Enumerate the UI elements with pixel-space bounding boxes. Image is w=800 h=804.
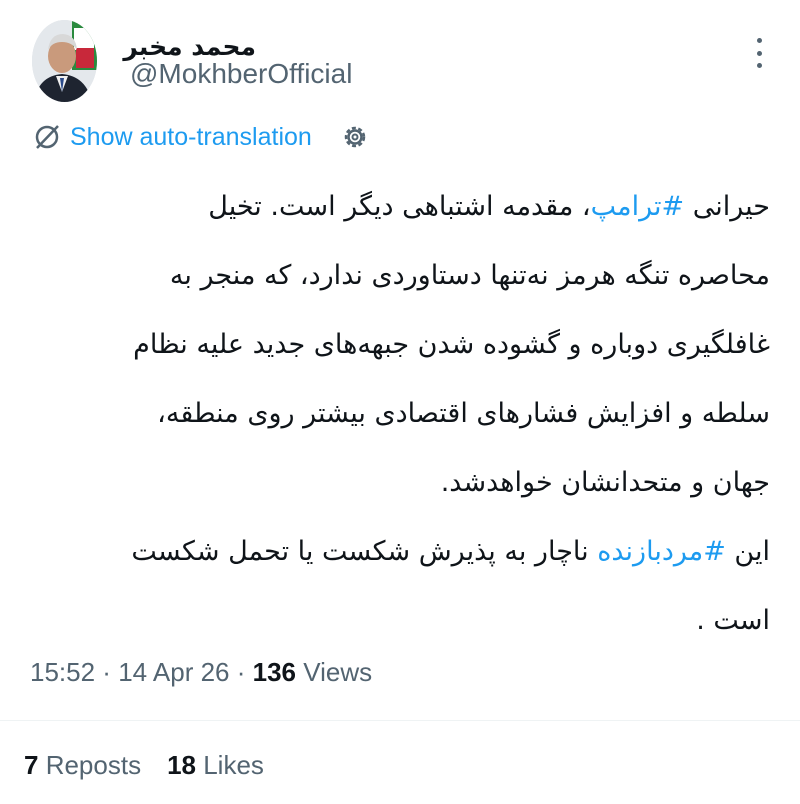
reposts-stat[interactable]: 7 Reposts bbox=[24, 750, 141, 781]
divider bbox=[0, 720, 800, 721]
tweet-text-segment: ، مقدمه اشتباهی دیگر است. تخیل bbox=[208, 191, 591, 222]
reposts-count: 7 bbox=[24, 750, 39, 780]
tweet-line: است . bbox=[696, 605, 770, 636]
reposts-label: Reposts bbox=[38, 750, 142, 780]
tweet-line: محاصره تنگه هرمز نه‌تنها دستاوردی ندارد،… bbox=[169, 260, 770, 291]
author-handle[interactable]: @MokhberOfficial bbox=[130, 58, 352, 90]
tweet-date[interactable]: 14 Apr 26 bbox=[118, 657, 229, 687]
translate-off-icon bbox=[35, 125, 59, 149]
likes-label: Likes bbox=[196, 750, 264, 780]
tweet-line: حیرانی #ترامپ، مقدمه اشتباهی دیگر است. ت… bbox=[30, 172, 770, 241]
meta-separator: · bbox=[229, 657, 253, 687]
show-translation-link[interactable]: Show auto-translation bbox=[70, 123, 312, 152]
meta-separator: · bbox=[95, 657, 119, 687]
tweet-line: سلطه و افزایش فشارهای اقتصادی بیشتر روی … bbox=[157, 398, 770, 429]
tweet-time[interactable]: 15:52 bbox=[30, 657, 95, 687]
engagement-stats: 7 Reposts 18 Likes bbox=[24, 750, 290, 781]
tweet-line: غافلگیری دوباره و گشوده شدن جبهه‌های جدی… bbox=[133, 329, 770, 360]
hashtag-link[interactable]: #مردبازنده bbox=[597, 536, 726, 567]
tweet-text-segment: حیرانی bbox=[684, 191, 770, 222]
translation-row: Show auto-translation bbox=[32, 120, 370, 154]
avatar-photo bbox=[32, 20, 97, 102]
avatar[interactable] bbox=[32, 20, 97, 102]
views-label: Views bbox=[296, 657, 373, 687]
author-display-name[interactable]: محمد مخبر bbox=[123, 32, 256, 61]
more-options-icon[interactable] bbox=[747, 38, 771, 68]
tweet-text: حیرانی #ترامپ، مقدمه اشتباهی دیگر است. ت… bbox=[30, 172, 770, 655]
tweet-meta: 15:52 · 14 Apr 26 · 136 Views bbox=[30, 657, 372, 688]
likes-stat[interactable]: 18 Likes bbox=[167, 750, 264, 781]
likes-count: 18 bbox=[167, 750, 196, 780]
tweet-text-segment: این bbox=[725, 536, 770, 567]
gear-icon[interactable] bbox=[340, 122, 370, 152]
tweet-line: این #مردبازنده ناچار به پذیرش شکست یا تح… bbox=[30, 517, 770, 586]
views-count: 136 bbox=[252, 657, 296, 687]
hashtag-link[interactable]: #ترامپ bbox=[591, 191, 685, 222]
tweet-text-segment: ناچار به پذیرش شکست یا تحمل شکست bbox=[131, 536, 598, 567]
tweet-line: جهان و متحدانشان خواهدشد. bbox=[440, 467, 770, 498]
